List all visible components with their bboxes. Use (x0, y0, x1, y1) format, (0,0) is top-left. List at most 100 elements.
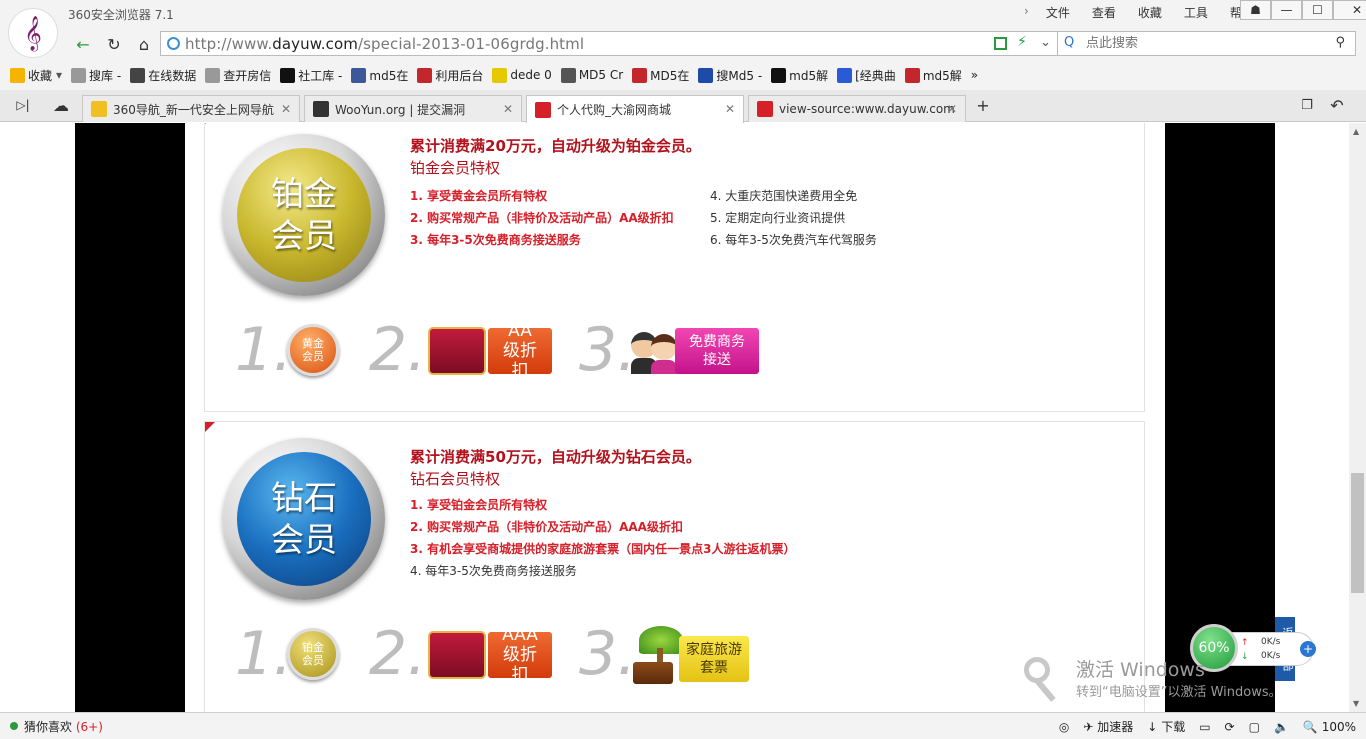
pmd5-icon (904, 67, 920, 83)
browser-tab[interactable]: WooYun.org | 提交漏洞 ✕ (304, 95, 522, 122)
browser-logo[interactable]: 𝄞 (8, 8, 58, 58)
close-tab-icon[interactable]: ✕ (947, 102, 957, 116)
volume-icon[interactable]: 🔈 (1274, 720, 1289, 734)
sidebar-toggle-icon[interactable]: ▷| (12, 95, 34, 115)
home-icon[interactable]: ⌂ (133, 34, 155, 54)
bookmark-item[interactable]: md5解 (904, 67, 962, 84)
browser-tab[interactable]: view-source:www.dayuw.com ✕ (748, 95, 966, 122)
guess-you-like[interactable]: 猜你喜欢 (6+) (24, 718, 103, 735)
vertical-scrollbar[interactable]: ▲ ▼ (1349, 123, 1366, 712)
bookmark-item[interactable]: 利用后台 (417, 67, 483, 84)
status-bar: 猜你喜欢 (6+) ◎ ✈ 加速器 ↓ 下载 ▭ ⟳ ▢ 🔈 🔍 100% (0, 712, 1366, 739)
bookmark-item[interactable]: md5在 (351, 67, 408, 84)
undo-close-icon[interactable]: ↶ (1326, 95, 1348, 115)
badge-label: AA级折扣 (503, 321, 537, 381)
menu-file[interactable]: 文件 (1035, 4, 1081, 21)
lightning-icon[interactable]: ⚡ (1017, 34, 1027, 50)
platinum-perks-left: 1. 享受黄金会员所有特权 2. 购买常规产品（非特价及活动产品）AA级折扣 3… (410, 185, 674, 251)
url-text[interactable]: http://www.dayuw.com/special-2013-01-06g… (185, 35, 584, 53)
discount-badge: AAA级折扣 (488, 625, 552, 685)
diamond-steps: 1. 铂金会员 2. AAA级折扣 3. 家庭旅游套票 (235, 622, 835, 686)
window-icon[interactable]: ▢ (1249, 720, 1260, 734)
back-icon[interactable]: ← (72, 34, 94, 54)
menu-tools[interactable]: 工具 (1173, 4, 1219, 21)
address-bar[interactable]: http://www.dayuw.com/special-2013-01-06g… (160, 31, 1058, 56)
cloud-icon[interactable]: ☁ (50, 95, 72, 115)
accelerator-button[interactable]: ✈ 加速器 (1083, 718, 1133, 735)
dayuw-icon (757, 101, 773, 117)
more-bookmarks-icon[interactable]: » (971, 68, 978, 82)
download-button[interactable]: ↓ 下载 (1147, 718, 1185, 735)
bookmark-item[interactable]: MD5在 (632, 67, 689, 84)
bookmark-item[interactable]: 搜库 - (71, 67, 121, 84)
grid-icon (351, 67, 367, 83)
md5-red-icon (632, 67, 648, 83)
platinum-medal: 铂金 会员 (223, 134, 385, 296)
pw-icon (280, 67, 296, 83)
step-number: 1. (235, 315, 293, 385)
speed-widget[interactable]: ↑ 0K/s ↓ 0K/s 60% + (1190, 624, 1316, 674)
search-input[interactable] (1086, 34, 1316, 53)
plus-icon[interactable]: + (1300, 641, 1316, 657)
maximize-button[interactable]: ☐ (1302, 0, 1333, 20)
skin-button[interactable]: ☗ (1240, 0, 1271, 20)
treasure-chest-icon (428, 327, 486, 375)
perk-item: 4. 大重庆范围快递费用全免 (710, 189, 858, 203)
new-tab-icon[interactable]: + (972, 95, 994, 115)
medal-line1: 铂金 (271, 174, 337, 213)
family-travel-badge: 家庭旅游套票 (679, 636, 749, 682)
refresh-icon[interactable]: ↻ (103, 34, 125, 54)
paw-icon (837, 67, 853, 83)
qr-code-icon[interactable] (994, 37, 1007, 50)
close-tab-icon[interactable]: ✕ (503, 102, 513, 116)
bookmark-item[interactable]: 社工库 - (280, 67, 342, 84)
chevron-down-icon[interactable]: ▾ (56, 68, 62, 82)
browser-tab[interactable]: 个人代购_大渝网商城 ✕ (526, 95, 744, 123)
download-label: 下载 (1161, 720, 1186, 734)
watermark-line1: 激活 Windows (1076, 659, 1205, 681)
zoom-control[interactable]: 🔍 100% (1303, 720, 1356, 734)
search-box: Q ⚲ (1058, 31, 1356, 56)
menu-favorites[interactable]: 收藏 (1127, 4, 1173, 21)
sync-icon[interactable]: ⟳ (1225, 720, 1235, 734)
search-icon[interactable]: ⚲ (1335, 35, 1345, 50)
bookmark-label: 搜Md5 - (716, 68, 763, 83)
coin-label: 铂金会员 (302, 641, 324, 667)
key-icon (1024, 657, 1068, 702)
url-prefix: http://www. (185, 35, 273, 53)
bookmark-item[interactable]: dede 0 (492, 67, 552, 83)
bookmark-item[interactable]: md5解 (771, 67, 828, 84)
bookmark-label: 利用后台 (435, 68, 484, 83)
close-button[interactable]: ✕ (1333, 0, 1366, 20)
chevron-right-icon[interactable]: › (1018, 4, 1035, 21)
speed-dial-icon[interactable]: ◎ (1059, 720, 1069, 734)
bookmark-item[interactable]: [经典曲 (837, 67, 896, 84)
chevron-down-icon[interactable]: ⌄ (1040, 35, 1051, 50)
x-icon (771, 67, 787, 83)
tab-title: 360导航_新一代安全上网导航 (113, 102, 274, 117)
close-tab-icon[interactable]: ✕ (725, 102, 735, 116)
bookmark-item[interactable]: 查开房信 (205, 67, 271, 84)
layout-icon[interactable]: ▭ (1199, 720, 1210, 734)
close-tab-icon[interactable]: ✕ (281, 102, 291, 116)
scroll-up-icon[interactable]: ▲ (1353, 127, 1359, 136)
browser-tab[interactable]: 360导航_新一代安全上网导航 ✕ (82, 95, 300, 122)
scroll-down-icon[interactable]: ▼ (1353, 699, 1359, 708)
search-engine-icon[interactable]: Q (1064, 35, 1074, 50)
step-number: 2. (369, 619, 427, 689)
bookmarks-bar: 收藏 ▾ 搜库 - 在线数据 查开房信 社工库 - md5在 利用后台 dede 0 MD5 C… (0, 60, 1366, 90)
minimize-button[interactable]: — (1271, 0, 1302, 20)
bookmark-label: 社工库 - (298, 68, 343, 83)
menu-view[interactable]: 查看 (1081, 4, 1127, 21)
tab-list-icon[interactable]: ❐ (1296, 95, 1318, 115)
step-number: 2. (369, 315, 427, 385)
scroll-thumb[interactable] (1351, 473, 1364, 593)
bookmark-item[interactable]: MD5 Cr (560, 67, 624, 83)
badge-label: AAA级折扣 (502, 625, 538, 685)
medal-line1: 钻石 (271, 478, 337, 517)
bookmark-label: MD5 Cr (578, 68, 624, 82)
bookmark-item[interactable]: 收藏 ▾ (10, 67, 62, 84)
shield-icon (417, 67, 433, 83)
bookmark-item[interactable]: 搜Md5 - (698, 67, 762, 84)
bookmark-item[interactable]: 在线数据 (130, 67, 196, 84)
